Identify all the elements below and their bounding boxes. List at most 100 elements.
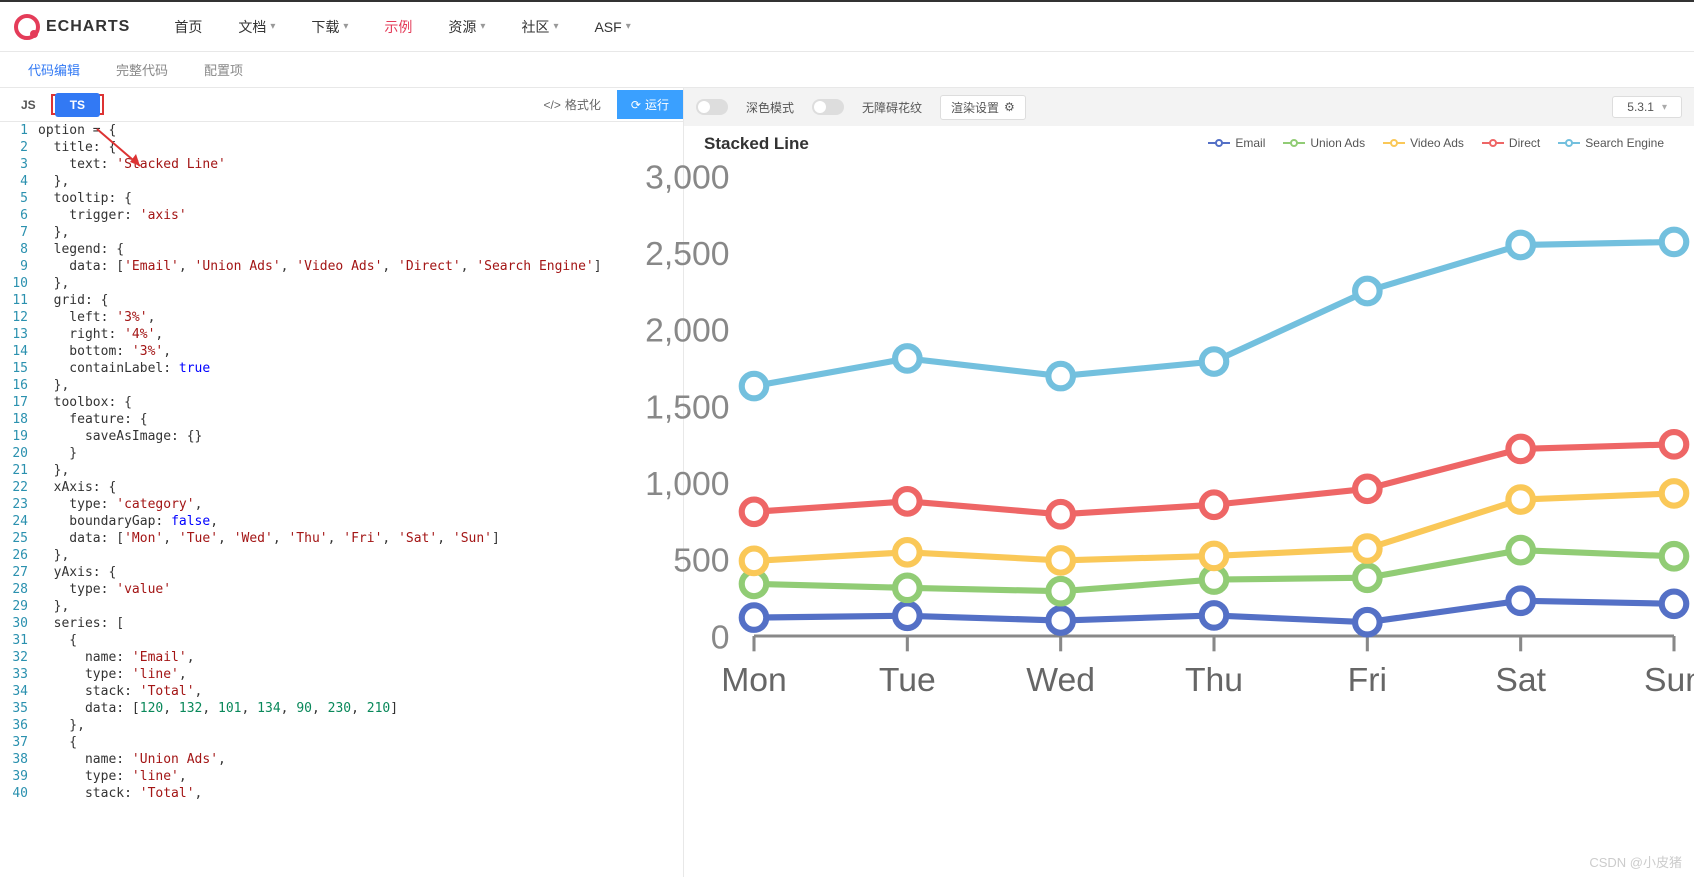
legend-label: Video Ads [1410,136,1464,150]
line-number: 39 [0,768,38,785]
legend-item-union-ads[interactable]: Union Ads [1283,136,1365,150]
code-line: 31 { [0,632,683,649]
nav-item-下载[interactable]: 下载▾ [295,11,364,43]
code-line: 13 right: '4%', [0,326,683,343]
chart-area: Stacked Line Email Union Ads Video Ads Dire… [684,126,1694,877]
line-number: 29 [0,598,38,615]
line-number: 31 [0,632,38,649]
line-number: 32 [0,649,38,666]
subtab-完整代码[interactable]: 完整代码 [98,60,186,79]
legend-item-search-engine[interactable]: Search Engine [1558,136,1664,150]
nav-item-首页[interactable]: 首页 [158,11,218,43]
code-content: }, [38,224,683,241]
line-number: 21 [0,462,38,479]
legend-label: Direct [1509,136,1540,150]
chart-title: Stacked Line [704,134,809,154]
chevron-down-icon: ▾ [343,21,348,32]
chart-plot: 05001,0001,5002,0002,5003,000MonTueWedTh… [754,176,1674,636]
line-number: 9 [0,258,38,275]
code-content: bottom: '3%', [38,343,683,360]
code-content: feature: { [38,411,683,428]
legend-label: Union Ads [1310,136,1365,150]
subtab-配置项[interactable]: 配置项 [186,60,261,79]
line-number: 18 [0,411,38,428]
nav-item-示例[interactable]: 示例 [368,11,428,43]
render-settings-button[interactable]: 渲染设置 ⚙ [940,95,1026,120]
code-toolbar: JS TS </> 格式化 ⟳ 运行 [0,88,683,122]
code-content: type: 'line', [38,666,683,683]
code-line: 32 name: 'Email', [0,649,683,666]
code-content: type: 'value' [38,581,683,598]
code-line: 14 bottom: '3%', [0,343,683,360]
legend-marker [1283,138,1305,148]
code-icon: </> [544,98,561,112]
line-number: 40 [0,785,38,802]
chevron-down-icon: ▾ [270,21,275,32]
nav-label: ASF [594,19,621,35]
code-line: 9 data: ['Email', 'Union Ads', 'Video Ad… [0,258,683,275]
nav-item-文档[interactable]: 文档▾ [222,11,291,43]
line-number: 11 [0,292,38,309]
line-number: 23 [0,496,38,513]
code-content: }, [38,547,683,564]
code-content: title: { [38,139,683,156]
code-line: 2 title: { [0,139,683,156]
nav-item-ASF[interactable]: ASF▾ [578,11,646,43]
svg-text:2,000: 2,000 [645,312,729,350]
watermark: CSDN @小皮猪 [1589,852,1682,871]
pattern-toggle[interactable] [812,99,844,115]
line-number: 26 [0,547,38,564]
chevron-down-icon: ▾ [553,21,558,32]
line-number: 5 [0,190,38,207]
dark-mode-toggle[interactable] [696,99,728,115]
code-content: { [38,632,683,649]
line-number: 22 [0,479,38,496]
code-line: 29 }, [0,598,683,615]
brand-text: ECHARTS [46,18,130,36]
code-line: 39 type: 'line', [0,768,683,785]
line-number: 1 [0,122,38,139]
sub-tabs: 代码编辑完整代码配置项 [0,52,1694,88]
gear-icon: ⚙ [1004,100,1015,114]
code-content: toolbox: { [38,394,683,411]
line-number: 15 [0,360,38,377]
nav-label: 资源 [448,17,476,37]
svg-text:1,500: 1,500 [645,388,729,426]
code-content: type: 'category', [38,496,683,513]
subtab-代码编辑[interactable]: 代码编辑 [10,60,98,79]
code-line: 5 tooltip: { [0,190,683,207]
line-number: 14 [0,343,38,360]
legend-item-video-ads[interactable]: Video Ads [1383,136,1464,150]
svg-text:2,500: 2,500 [645,235,729,273]
svg-text:500: 500 [673,542,729,580]
legend-marker [1383,138,1405,148]
nav-item-社区[interactable]: 社区▾ [505,11,574,43]
code-content: boundaryGap: false, [38,513,683,530]
legend-item-direct[interactable]: Direct [1482,136,1540,150]
legend-item-email[interactable]: Email [1208,136,1265,150]
code-content: data: [120, 132, 101, 134, 90, 230, 210] [38,700,683,717]
dark-mode-label: 深色模式 [746,99,794,116]
legend-marker [1482,138,1504,148]
nav-item-资源[interactable]: 资源▾ [432,11,501,43]
code-line: 15 containLabel: true [0,360,683,377]
code-content: }, [38,462,683,479]
code-content: { [38,734,683,751]
code-content: type: 'line', [38,768,683,785]
run-button[interactable]: ⟳ 运行 [617,90,683,119]
lang-tab-js[interactable]: JS [6,93,51,117]
legend-marker [1558,138,1580,148]
code-editor[interactable]: 1option = {2 title: {3 text: 'Stacked Li… [0,122,683,877]
line-number: 28 [0,581,38,598]
svg-text:Fri: Fri [1348,661,1387,699]
version-select[interactable]: 5.3.1 ▾ [1612,96,1682,118]
svg-text:Tue: Tue [879,661,936,699]
code-line: 11 grid: { [0,292,683,309]
line-number: 33 [0,666,38,683]
code-content: } [38,445,683,462]
svg-text:Thu: Thu [1185,661,1243,699]
lang-tab-ts[interactable]: TS [55,93,100,117]
logo[interactable]: ECHARTS [14,14,130,40]
format-button[interactable]: </> 格式化 [534,92,611,117]
code-content: stack: 'Total', [38,683,683,700]
